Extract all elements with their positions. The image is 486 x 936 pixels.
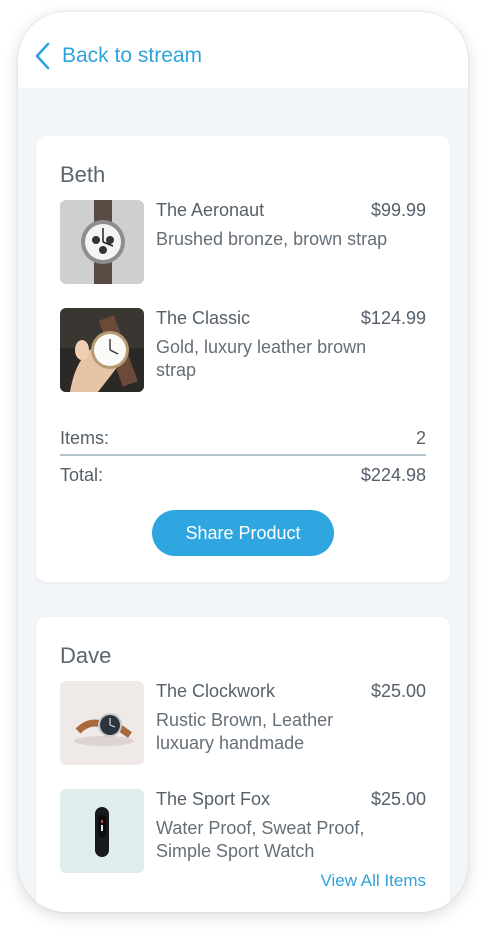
chevron-left-icon [35, 42, 50, 70]
phone-screen: Back to stream Beth The Aeronaut $99.99 … [18, 12, 468, 912]
watch-in-hand-photo-image [60, 308, 144, 392]
fitness-band-photo-image [60, 789, 144, 873]
top-bar: Back to stream [18, 12, 468, 88]
order-item[interactable]: The Sport Fox $25.00 Water Proof, Sweat … [60, 789, 426, 873]
product-title: The Classic [156, 308, 251, 328]
product-price: $99.99 [370, 200, 426, 220]
summary-divider [60, 454, 426, 456]
order-item[interactable]: The Classic $124.99 Gold, luxury leather… [60, 308, 426, 392]
total-row: Total: $224.98 [60, 465, 426, 486]
product-description: Water Proof, Sweat Proof, Simple Sport W… [156, 818, 365, 861]
product-description: Brushed bronze, brown strap [156, 229, 388, 249]
back-link-label: Back to stream [62, 44, 203, 67]
product-thumbnail [60, 681, 144, 765]
order-item[interactable]: The Aeronaut $99.99 Brushed bronze, brow… [60, 200, 426, 284]
view-all-items-link[interactable]: View All Items [320, 871, 426, 891]
back-to-stream-link[interactable]: Back to stream [34, 38, 202, 74]
customer-name: Beth [60, 162, 106, 187]
customer-name: Dave [60, 643, 112, 668]
product-thumbnail [60, 789, 144, 873]
watch-photo-image [60, 681, 144, 765]
items-label: Items: [60, 428, 110, 448]
product-title: The Aeronaut [156, 200, 265, 220]
product-price: $124.99 [360, 308, 426, 328]
product-thumbnail [60, 200, 144, 284]
watch-photo-image [60, 200, 144, 284]
order-item[interactable]: The Clockwork $25.00 Rustic Brown, Leath… [60, 681, 426, 765]
order-card-dave: Dave The Clockwork $25.00 Rustic Brown, … [36, 617, 450, 912]
product-description: Rustic Brown, Leather luxuary handmade [156, 710, 334, 753]
order-card-beth: Beth The Aeronaut $99.99 Brushed bronze,… [36, 136, 450, 582]
items-count-row: Items: 2 [60, 428, 426, 449]
total-label: Total: [60, 465, 104, 485]
product-title: The Sport Fox [156, 789, 271, 809]
product-title: The Clockwork [156, 681, 276, 701]
product-price: $25.00 [370, 789, 426, 809]
total-value: $224.98 [360, 465, 426, 485]
share-product-button[interactable]: Share Product [152, 510, 334, 556]
product-thumbnail [60, 308, 144, 392]
product-price: $25.00 [370, 681, 426, 701]
product-description: Gold, luxury leather brown strap [156, 337, 367, 380]
items-count: 2 [415, 428, 426, 448]
